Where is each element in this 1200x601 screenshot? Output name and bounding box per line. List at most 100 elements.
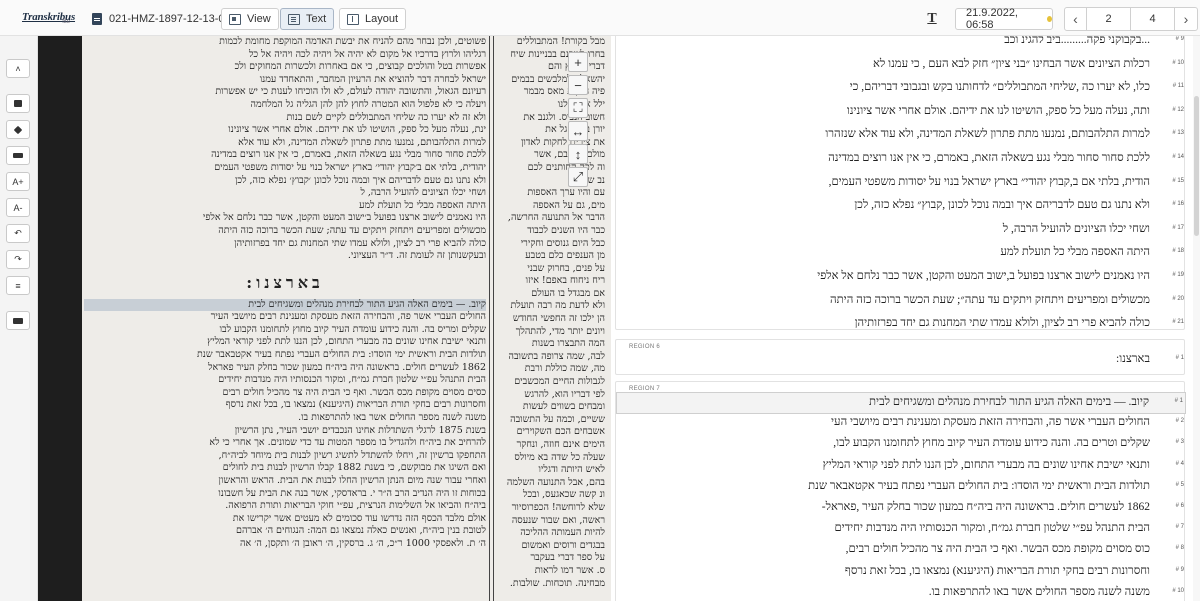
region-card[interactable]: REGION 6 בארצנו: # 1 <box>615 339 1185 375</box>
line-number: # 4 <box>1175 460 1184 467</box>
next-page-button[interactable]: › <box>1175 8 1197 30</box>
transcription-line[interactable]: קיוב. — בימים האלה הגיע התור לבחירת מנהל… <box>616 392 1186 414</box>
font-decrease-icon: A- <box>13 202 23 213</box>
transcription-line[interactable]: רכלות הציונים אשר הבחינו ״בני ציון״ חזק … <box>616 55 1186 77</box>
scan-text-line: אפשרות בטל והולכים קבוצים, כי אם באחרות … <box>234 61 486 73</box>
transcription-line-text[interactable]: שקלים וטרים בה. והנה כידוע עומדת העיר קי… <box>833 437 1150 449</box>
line-number: # 8 <box>1175 545 1184 552</box>
line-number: # 12 <box>1172 106 1184 113</box>
transcription-line-text[interactable]: ללכת סחור סחור מבלי נגע בשאלה הזאת, באמר… <box>828 152 1150 164</box>
transcription-line[interactable]: משנה לשנה מספר החולים אשר באו להתרפאות ב… <box>616 583 1186 601</box>
scan-text-line: ביה״ח והביאו אל השלימות הנרצית, עפ״י חוק… <box>225 500 486 512</box>
document-name[interactable]: 021-HMZ-1897-12-13-001 <box>92 10 237 28</box>
transcription-line[interactable]: ולא נתנו גם טעם לדבריהם איך ובמה נוכל לכ… <box>616 196 1186 218</box>
scrollbar-thumb[interactable] <box>1194 96 1199 236</box>
scan-text-line: אשבחים הכם השקוירים <box>516 426 605 438</box>
font-increase-button[interactable]: A+ <box>6 172 30 191</box>
prev-page-button[interactable]: ‹ <box>1065 8 1087 30</box>
fullscreen-icon[interactable]: ⤢ <box>568 167 588 187</box>
transcription-line[interactable]: ללכת סחור סחור מבלי נגע בשאלה הזאת, באמר… <box>616 149 1186 171</box>
scan-text-line: יהודית, בלתי אם ב׳קבוץ יהודי׳ בארץ ישראל… <box>214 161 486 173</box>
transcription-line-text[interactable]: כלו, לא יערו כה ,שליחי המתבוללים״ לדחותנ… <box>850 81 1150 93</box>
scan-text-line: רגליהו ולרוץ בדרכיו אל מקום לא יהיה אל ו… <box>248 48 486 60</box>
transcription-line[interactable]: היו נאמנים לישוב ארצנו בפועל ב,ישוב המעט… <box>616 267 1186 289</box>
zoom-controls: + − ⛶ ↔ ↕ ⤢ <box>568 52 590 190</box>
transcription-line-text[interactable]: מכשולים ומפריעים ויתחזק ויתקים עד עתה״; … <box>830 294 1150 306</box>
transcription-line[interactable]: וחסרונות רבים בחקי תורת הבריאות (היגיענא… <box>616 562 1186 584</box>
tag-button[interactable] <box>6 120 30 139</box>
view-button[interactable]: View <box>221 8 279 30</box>
text-button[interactable]: Text <box>280 8 335 30</box>
transcription-line-text[interactable]: ...בקבוקני פקה.........ביב להגינ וכב <box>1004 36 1150 46</box>
print-button[interactable] <box>6 311 30 330</box>
transcription-line-text[interactable]: היתה האספה מבלי כל תועלת למע <box>1000 246 1150 258</box>
current-page-input[interactable]: 2 <box>1087 8 1131 30</box>
zoom-in-icon[interactable]: + <box>568 52 588 72</box>
image-viewer[interactable]: פשוטים, ולכן נבחר מהם להניח את יבשת האדמ… <box>38 36 611 601</box>
transcription-line[interactable]: למרות התלהבותם, נמנעו מתת פתרון לשאלת המ… <box>616 125 1186 147</box>
page-navigator: ‹ 2 4 › <box>1064 7 1198 31</box>
scan-text-line: ויעלה כי לא פלפול הוא המטרה לחוץ להן להן… <box>250 98 486 110</box>
transcription-line[interactable]: 1862 לעשרים חולים. בראשונה היה ביה״ח במע… <box>616 498 1186 520</box>
fit-height-icon[interactable]: ↕ <box>568 144 588 164</box>
save-button[interactable] <box>6 94 30 113</box>
fit-width-icon[interactable]: ↔ <box>568 121 588 141</box>
transcription-line[interactable]: כולה להביא פרי רב לציון, ולולא עמדו שתי … <box>616 314 1186 336</box>
transcription-line-text[interactable]: הודית, בלתי אם ב,קבוץ יהודי״ בארץ ישראל … <box>829 176 1150 188</box>
transcription-line-text[interactable]: 1862 לעשרים חולים. בראשונה היה ביה״ח במע… <box>822 501 1150 513</box>
transcription-line-text[interactable]: החולים העברי אשר פה, והבחירה הזאת מעסקת … <box>831 416 1150 428</box>
transcription-line-text[interactable]: ושחי יכלו הציונים להועיל הרבה, ל <box>1003 223 1150 235</box>
transcription-line[interactable]: תולדות הבית וראשית ימי הוסדו: בית החולים… <box>616 477 1186 499</box>
scan-text-line: כבר היו השנים לכבוד <box>527 224 605 236</box>
transcription-line-text[interactable]: רכלות הציונים אשר הבחינו ״בני ציון״ חזק … <box>873 58 1150 70</box>
transcription-line-text[interactable]: כוס מסוים מקופת מכס הבשר. ואף כי הבית הי… <box>846 543 1150 555</box>
transcription-line-text[interactable]: ולא נתנו גם טעם לדבריהם איך ובמה נוכל לכ… <box>854 199 1150 211</box>
transcription-line-text[interactable]: למרות התלהבותם, נמנעו מתת פתרון לשאלת המ… <box>825 128 1150 140</box>
list-button[interactable]: ≡ <box>6 276 30 295</box>
transkribus-logo[interactable]: Transkribus lite <box>22 7 75 29</box>
transcription-line-text[interactable]: היו נאמנים לישוב ארצנו בפועל ב,ישוב המעט… <box>817 270 1150 282</box>
transcription-line[interactable]: בארצנו: # 1 <box>616 350 1186 372</box>
transcription-line[interactable]: שקלים וטרים בה. והנה כידוע עומדת העיר קי… <box>616 434 1186 456</box>
transcription-line-text[interactable]: הבית התנהל עפ״י שלטון חברת גמ״ח, ומקור ה… <box>834 522 1150 534</box>
transcription-scrollbar[interactable] <box>1193 36 1200 601</box>
transcription-line[interactable]: כלו, לא יערו כה ,שליחי המתבוללים״ לדחותנ… <box>616 78 1186 100</box>
keyboard-button[interactable] <box>6 146 30 165</box>
transcription-line[interactable]: הבית התנהל עפ״י שלטון חברת גמ״ח, ומקור ה… <box>616 519 1186 541</box>
undo-button[interactable]: ↶ <box>6 224 30 243</box>
transcription-line-text[interactable]: וחסרונות רבים בחקי תורת הבריאות (היגיענא… <box>845 565 1150 577</box>
layout-button[interactable]: Layout <box>339 8 407 30</box>
transcription-line[interactable]: היתה האספה מבלי כל תועלת למע # 18 <box>616 243 1186 265</box>
transcription-line[interactable]: ...בקבוקני פקה.........ביב להגינ וכב # 9 <box>616 36 1186 53</box>
transcription-line-text[interactable]: כולה להביא פרי רב לציון, ולולא עמדו שתי … <box>855 317 1150 329</box>
transcription-line-text[interactable]: משנה לשנה מספר החולים אשר באו להתרפאות ב… <box>929 586 1150 598</box>
zoom-out-icon[interactable]: − <box>568 75 588 95</box>
region-card[interactable]: REGION 7 קיוב. — בימים האלה הגיע התור לבח… <box>615 381 1186 601</box>
total-pages: 4 <box>1131 8 1175 30</box>
text-format-icon[interactable]: T <box>921 8 943 30</box>
collapse-button[interactable]: ˄ <box>6 59 30 78</box>
line-number: # 5 <box>1175 481 1184 488</box>
font-decrease-button[interactable]: A- <box>6 198 30 217</box>
fit-page-icon[interactable]: ⛶ <box>568 98 588 118</box>
region-card[interactable]: ...בקבוקני פקה.........ביב להגינ וכב # 9 ר… <box>615 36 1186 376</box>
redo-button[interactable]: ↷ <box>6 250 30 269</box>
transcription-line[interactable]: ותנאי ישיבת אחינו שונים בה מבערי התחום, … <box>616 456 1186 478</box>
transcription-line-text[interactable]: ותנאי ישיבת אחינו שונים בה מבערי התחום, … <box>823 459 1150 471</box>
transcription-line[interactable]: כוס מסוים מקופת מכס הבשר. ואף כי הבית הי… <box>616 540 1186 562</box>
transcription-line[interactable]: ותה, נעלה מעל כל ספק, הושיטו לנו את ידיה… <box>616 102 1186 124</box>
transcription-line-text[interactable]: ותה, נעלה מעל כל ספק, הושיטו לנו את ידיה… <box>847 105 1150 117</box>
transcription-line[interactable]: ושחי יכלו הציונים להועיל הרבה, ל # 17 <box>616 220 1186 242</box>
transcription-line-text[interactable]: תולדות הבית וראשית ימי הוסדו: בית החולים… <box>808 480 1150 492</box>
line-number: # 17 <box>1172 224 1184 231</box>
line-number: # 19 <box>1172 272 1184 278</box>
scan-text-line: ושחי יכלו הציונים להועיל הרבה, ל <box>360 187 486 199</box>
transcription-line[interactable]: הודית, בלתי אם ב,קבוץ יהודי״ בארץ ישראל … <box>616 173 1186 195</box>
transcription-line[interactable]: מכשולים ומפריעים ויתחזק ויתקים עד עתה״; … <box>616 291 1186 313</box>
transcription-line-text[interactable]: בארצנו: <box>1116 353 1150 365</box>
scan-text-line: בבגדים ורוסים ואמשום <box>521 539 605 551</box>
transcription-line[interactable]: החולים העברי אשר פה, והבחירה הזאת מעסקת … <box>616 413 1186 435</box>
scan-text-line: פשוטים, ולכן נבחר מהם להניח את יבשת האדמ… <box>219 36 486 47</box>
transcription-line-text[interactable]: קיוב. — בימים האלה הגיע התור לבחירת מנהל… <box>869 396 1149 408</box>
page-scan[interactable]: פשוטים, ולכן נבחר מהם להניח את יבשת האדמ… <box>82 36 611 601</box>
